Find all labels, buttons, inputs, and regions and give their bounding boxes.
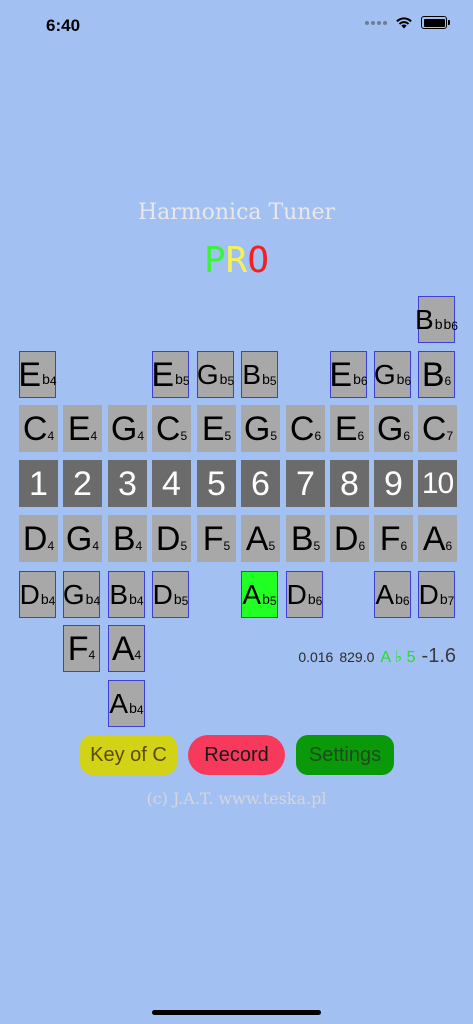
blow-note-cell[interactable]: C6 — [286, 405, 325, 452]
blow-note-cell[interactable]: E4 — [63, 405, 102, 452]
note-cell[interactable]: Bb5 — [241, 351, 278, 398]
note-cell[interactable]: Db4 — [19, 571, 56, 618]
hole-number: 5 — [197, 460, 236, 507]
note-cell[interactable]: F4 — [63, 625, 100, 672]
note-cell[interactable]: Db5 — [152, 571, 189, 618]
note-cell[interactable]: Gb5 — [197, 351, 234, 398]
blow-note-cell[interactable]: G4 — [108, 405, 147, 452]
hole-number: 8 — [330, 460, 369, 507]
note-cell[interactable]: Eb5 — [151, 351, 190, 398]
note-cell[interactable]: Gb4 — [63, 571, 100, 618]
hole-number: 10 — [418, 460, 457, 507]
note-cell[interactable]: Db7 — [418, 571, 455, 618]
draw-note-cell[interactable]: F6 — [374, 515, 413, 562]
record-button[interactable]: Record — [188, 735, 285, 775]
draw-note-cell[interactable]: D6 — [330, 515, 369, 562]
note-cell[interactable]: Bb4 — [108, 571, 145, 618]
cents-deviation: -1.6 — [421, 645, 456, 667]
draw-note-cell[interactable]: D4 — [19, 515, 58, 562]
blow-note-cell[interactable]: E6 — [330, 405, 369, 452]
hole-number: 7 — [286, 460, 325, 507]
note-cell[interactable]: Gb6 — [374, 351, 411, 398]
key-select-button[interactable]: Key of C — [80, 735, 177, 775]
draw-note-cell[interactable]: F5 — [197, 515, 236, 562]
note-cell[interactable]: Eb4 — [18, 351, 57, 398]
frequency-value: 829.0 — [339, 649, 375, 665]
home-indicator[interactable] — [152, 1010, 321, 1015]
settings-button[interactable]: Settings — [296, 735, 394, 775]
draw-note-cell[interactable]: B4 — [108, 515, 147, 562]
note-cell[interactable]: Ab4 — [108, 680, 145, 727]
active-note-cell[interactable]: Ab5 — [241, 571, 278, 618]
hole-number: 2 — [63, 460, 102, 507]
draw-note-cell[interactable]: A5 — [241, 515, 280, 562]
amplitude-value: 0.016 — [298, 649, 334, 665]
footer-credit: (c) J.A.T. www.teska.pl — [146, 789, 327, 808]
note-cell[interactable]: Ab6 — [374, 571, 411, 618]
hole-number: 4 — [152, 460, 191, 507]
draw-note-cell[interactable]: D5 — [152, 515, 191, 562]
blow-note-cell[interactable]: E5 — [197, 405, 236, 452]
note-cell[interactable]: B6 — [418, 351, 455, 398]
hole-number: 6 — [241, 460, 280, 507]
draw-note-cell[interactable]: G4 — [63, 515, 102, 562]
hole-number: 1 — [19, 460, 58, 507]
hole-number: 9 — [374, 460, 413, 507]
note-cell[interactable]: Db6 — [286, 571, 323, 618]
note-cell[interactable]: Bbb6 — [415, 296, 458, 343]
note-cell[interactable]: A4 — [108, 625, 145, 672]
draw-note-cell[interactable]: A6 — [418, 515, 457, 562]
draw-note-cell[interactable]: B5 — [286, 515, 325, 562]
hole-number: 3 — [108, 460, 147, 507]
tuner-readout: 0.016 829.0 A ♭ 5 -1.6 — [298, 645, 456, 668]
blow-note-cell[interactable]: C5 — [152, 405, 191, 452]
blow-note-cell[interactable]: G6 — [374, 405, 413, 452]
blow-note-cell[interactable]: C4 — [19, 405, 58, 452]
detected-note: A ♭ 5 — [380, 649, 416, 666]
blow-note-cell[interactable]: C7 — [418, 405, 457, 452]
note-cell[interactable]: Eb6 — [329, 351, 368, 398]
harmonica-note-grid: Bbb6 Eb4 Eb5 Gb5 Bb5 Eb6 Gb6 B6 C4 E4 G4… — [0, 0, 473, 1024]
blow-note-cell[interactable]: G5 — [241, 405, 280, 452]
